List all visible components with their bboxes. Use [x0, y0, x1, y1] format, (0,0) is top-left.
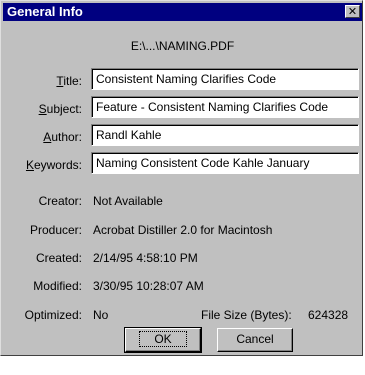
dialog-title: General Info — [7, 4, 83, 19]
creator-value: Not Available — [93, 194, 163, 208]
keywords-field[interactable]: Naming Consistent Code Kahle January — [91, 152, 359, 174]
optimized-label: Optimized: — [24, 308, 82, 322]
file-path: E:\...\NAMING.PDF — [130, 39, 235, 53]
created-value: 2/14/95 4:58:10 PM — [93, 251, 198, 265]
ok-button[interactable]: OK — [124, 327, 202, 353]
close-button[interactable]: ✕ — [345, 5, 360, 18]
cancel-label: Cancel — [236, 332, 274, 346]
optimized-value: No — [93, 308, 109, 322]
title-bar[interactable]: General Info ✕ — [3, 3, 362, 21]
keywords-label: Keywords: — [25, 158, 82, 172]
modified-value: 3/30/95 10:28:07 AM — [93, 279, 204, 293]
ok-label: OK — [139, 331, 187, 347]
author-label: Author: — [43, 130, 82, 144]
producer-label: Producer: — [29, 223, 82, 237]
close-icon: ✕ — [347, 5, 358, 18]
title-label: Title: — [56, 74, 82, 88]
subject-field[interactable]: Feature - Consistent Naming Clarifies Co… — [91, 96, 359, 118]
general-info-dialog: General Info ✕ E:\...\NAMING.PDF Title: … — [0, 0, 363, 356]
cancel-button[interactable]: Cancel — [217, 328, 293, 352]
creator-label: Creator: — [38, 194, 82, 208]
modified-label: Modified: — [33, 279, 82, 293]
file-size-value: 624328 — [308, 308, 349, 322]
author-field[interactable]: Randl Kahle — [91, 124, 359, 146]
producer-value: Acrobat Distiller 2.0 for Macintosh — [93, 223, 273, 237]
file-size-label: File Size (Bytes): — [201, 308, 292, 322]
subject-label: Subject: — [38, 102, 82, 116]
title-field[interactable]: Consistent Naming Clarifies Code — [91, 68, 359, 90]
created-label: Created: — [35, 251, 82, 265]
